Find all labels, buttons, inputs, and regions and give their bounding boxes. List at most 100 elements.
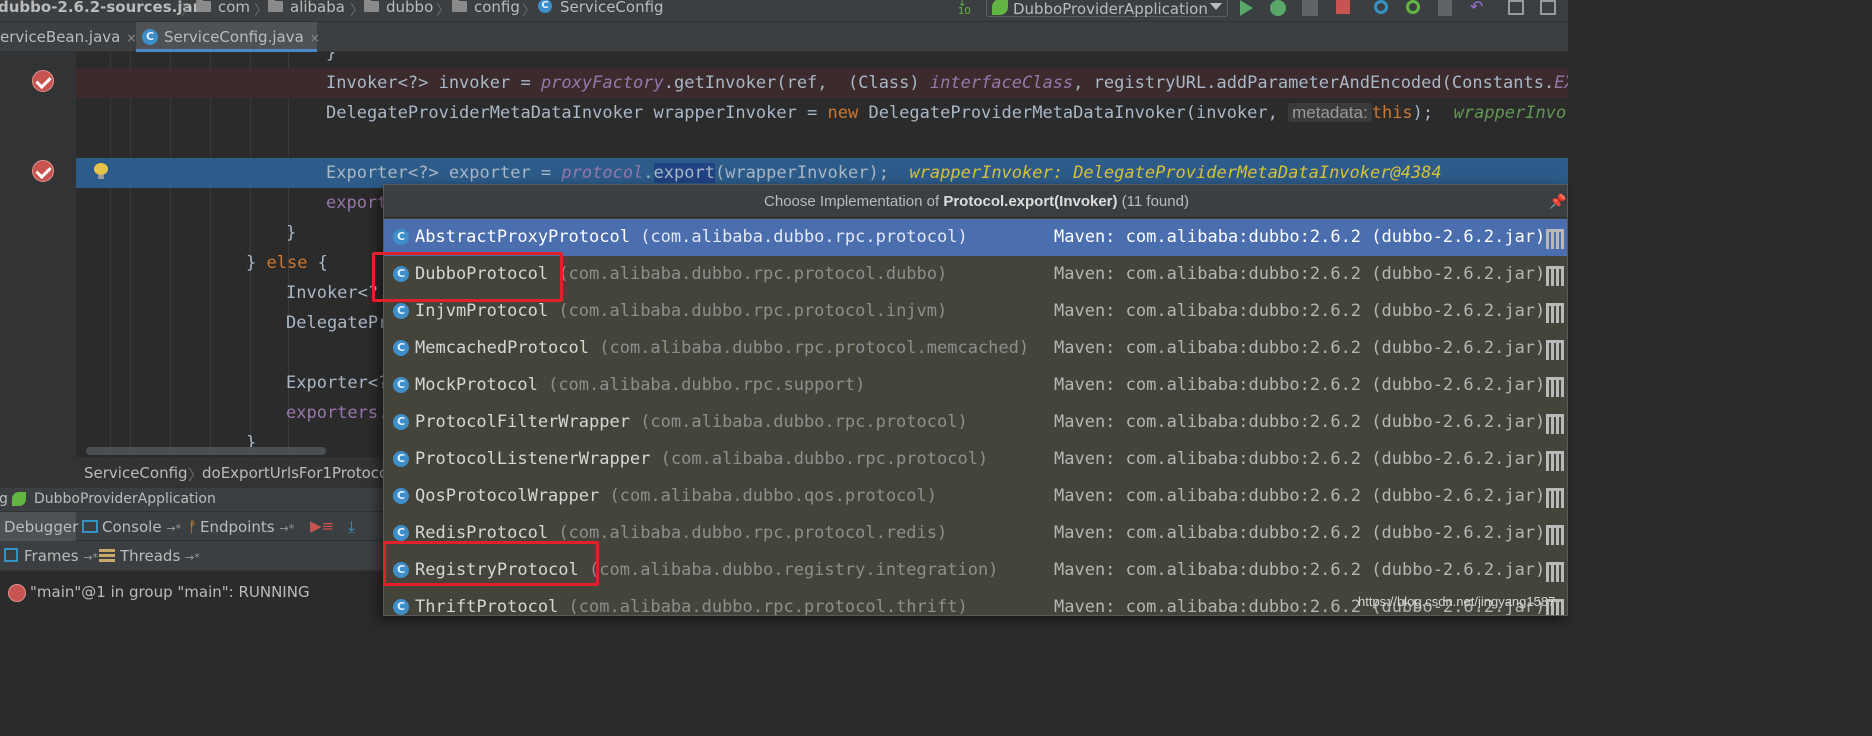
tab-label: ServiceConfig.java xyxy=(164,28,304,46)
breakpoint-icon[interactable] xyxy=(32,160,54,182)
settings-icon[interactable] xyxy=(1540,0,1556,15)
breadcrumb-separator-icon: 〉 xyxy=(522,3,536,19)
pin-icon[interactable]: 📌 xyxy=(1549,194,1566,208)
console-icon xyxy=(82,520,98,533)
threads-tab[interactable]: Threads →* xyxy=(120,547,200,565)
tab-endpoints[interactable]: ᚡ Endpoints →* xyxy=(188,512,304,542)
debug-session-title[interactable]: DubboProviderApplication xyxy=(34,491,216,507)
tab-servicebean[interactable]: erviceBean.java × xyxy=(0,22,136,52)
breadcrumb-separator-icon: 〉 xyxy=(350,3,364,19)
threads-icon xyxy=(99,548,115,562)
class-icon: C xyxy=(393,599,409,615)
frames-tab[interactable]: Frames →* xyxy=(24,547,98,565)
folder-icon xyxy=(196,0,211,12)
package-name: (com.alibaba.dubbo.rpc.protocol) xyxy=(640,412,968,432)
show-execution-point-icon[interactable]: ▶≡ xyxy=(310,519,334,535)
spring-boot-icon xyxy=(992,0,1008,15)
parameter-hint: metadata: xyxy=(1288,103,1372,122)
package-name: (com.alibaba.dubbo.rpc.protocol) xyxy=(660,449,989,469)
breadcrumb-jar[interactable]: dubbo-2.6.2-sources.jar xyxy=(0,0,200,18)
breadcrumb-serviceconfig[interactable]: ServiceConfig xyxy=(560,0,664,18)
class-icon: C xyxy=(393,377,409,393)
class-name: ProtocolListenerWrapper xyxy=(415,449,651,469)
frames-icon xyxy=(4,548,18,562)
stop-icon[interactable] xyxy=(1336,0,1350,14)
list-item-protocolfilterwrapper[interactable]: C ProtocolFilterWrapper (com.alibaba.dub… xyxy=(384,404,1567,441)
class-icon: C xyxy=(142,29,158,45)
library-icon xyxy=(1546,562,1564,582)
code-text: export xyxy=(326,193,388,213)
list-item-protocollistenerwrapper[interactable]: C ProtocolListenerWrapper (com.alibaba.d… xyxy=(384,441,1567,478)
list-item-abstractproxyprotocol[interactable]: C AbstractProxyProtocol (com.alibaba.dub… xyxy=(384,219,1567,256)
library-source: Maven: com.alibaba:dubbo:2.6.2 (dubbo-2.… xyxy=(1054,449,1546,469)
breadcrumb-config[interactable]: config xyxy=(474,0,520,18)
library-icon xyxy=(1546,229,1564,249)
coverage-icon[interactable] xyxy=(1302,0,1318,16)
code-line-breakpoint: Invoker<?> invoker = proxyFactory.getInv… xyxy=(76,68,1568,98)
library-icon xyxy=(1546,340,1564,360)
project-structure-icon[interactable] xyxy=(1508,0,1524,15)
list-item-mockprotocol[interactable]: C MockProtocol (com.alibaba.dubbo.rpc.su… xyxy=(384,367,1567,404)
tab-console[interactable]: Console →* xyxy=(82,512,182,542)
breadcrumb-dubbo[interactable]: dubbo xyxy=(386,0,433,18)
class-icon: C xyxy=(393,229,409,245)
class-name: AbstractProxyProtocol xyxy=(415,227,630,247)
popup-title: Choose Implementation of Protocol.export… xyxy=(384,185,1567,218)
tab-label: Console xyxy=(102,518,162,536)
tab-debugger[interactable]: Debugger xyxy=(0,512,79,542)
class-name: ThriftProtocol xyxy=(415,597,559,616)
class-name: InjvmProtocol xyxy=(415,301,549,321)
pin-tab-icon: →* xyxy=(279,522,295,535)
breakpoint-icon[interactable] xyxy=(32,70,54,92)
folder-icon xyxy=(452,0,467,12)
class-name: RedisProtocol xyxy=(415,523,549,543)
revert-icon[interactable]: ↶ xyxy=(1470,0,1488,16)
build-icon[interactable]: ↓ 10 xyxy=(958,0,976,17)
step-over-icon[interactable]: ⤓ xyxy=(348,519,366,535)
breadcrumb-alibaba[interactable]: alibaba xyxy=(290,0,345,18)
chevron-down-icon xyxy=(1210,3,1222,10)
list-item-registryprotocol[interactable]: C RegistryProtocol (com.alibaba.dubbo.re… xyxy=(384,552,1567,589)
library-source: Maven: com.alibaba:dubbo:2.6.2 (dubbo-2.… xyxy=(1054,412,1546,432)
breadcrumb-class[interactable]: ServiceConfig xyxy=(84,464,188,482)
class-icon: C xyxy=(393,340,409,356)
code-text: } xyxy=(326,52,337,63)
folder-icon xyxy=(364,0,379,12)
class-icon: C xyxy=(393,414,409,430)
list-item-memcachedprotocol[interactable]: C MemcachedProtocol (com.alibaba.dubbo.r… xyxy=(384,330,1567,367)
class-icon: C xyxy=(393,266,409,282)
popup-title-count: (11 found) xyxy=(1117,193,1189,210)
horizontal-scrollbar[interactable] xyxy=(86,447,326,455)
vcs-icon[interactable] xyxy=(1406,0,1420,14)
debug-icon[interactable] xyxy=(1270,0,1286,16)
popup-title-prefix: Choose Implementation of xyxy=(764,193,944,210)
navigation-bar: dubbo-2.6.2-sources.jar 〉 com 〉 alibaba … xyxy=(0,0,1568,22)
library-source: Maven: com.alibaba:dubbo:2.6.2 (dubbo-2.… xyxy=(1054,227,1546,247)
library-icon xyxy=(1546,303,1564,323)
breadcrumb-method[interactable]: doExportUrlsFor1Protoco xyxy=(202,464,388,482)
code-text: exporters. xyxy=(286,403,389,423)
library-icon xyxy=(1546,377,1564,397)
lightbulb-icon[interactable] xyxy=(94,163,108,180)
history-icon[interactable] xyxy=(1438,0,1452,16)
choose-implementation-popup: Choose Implementation of Protocol.export… xyxy=(383,184,1568,616)
tab-serviceconfig[interactable]: C ServiceConfig.java × xyxy=(136,22,320,52)
code-text: Invoker<? xyxy=(286,283,379,303)
breadcrumb-com[interactable]: com xyxy=(218,0,250,18)
update-icon[interactable] xyxy=(1374,0,1388,14)
list-item-dubboprotocol[interactable]: C DubboProtocol (com.alibaba.dubbo.rpc.p… xyxy=(384,256,1567,293)
code-line: } xyxy=(76,52,1568,68)
close-icon[interactable]: × xyxy=(126,31,136,45)
list-item-qosprotocolwrapper[interactable]: C QosProtocolWrapper (com.alibaba.dubbo.… xyxy=(384,478,1567,515)
run-configuration-dropdown[interactable]: DubboProviderApplication xyxy=(986,0,1228,18)
package-name: (com.alibaba.dubbo.rpc.protocol.memcache… xyxy=(599,338,1030,358)
library-icon xyxy=(1546,488,1564,508)
list-item-redisprotocol[interactable]: C RedisProtocol (com.alibaba.dubbo.rpc.p… xyxy=(384,515,1567,552)
close-icon[interactable]: × xyxy=(310,31,320,45)
tab-label: Debugger xyxy=(4,518,79,536)
run-icon[interactable] xyxy=(1240,0,1253,16)
list-item-injvmprotocol[interactable]: C InjvmProtocol (com.alibaba.dubbo.rpc.p… xyxy=(384,293,1567,330)
library-source: Maven: com.alibaba:dubbo:2.6.2 (dubbo-2.… xyxy=(1054,486,1546,506)
popup-title-method: Protocol.export(Invoker) xyxy=(943,193,1118,210)
spring-boot-icon xyxy=(12,492,26,506)
